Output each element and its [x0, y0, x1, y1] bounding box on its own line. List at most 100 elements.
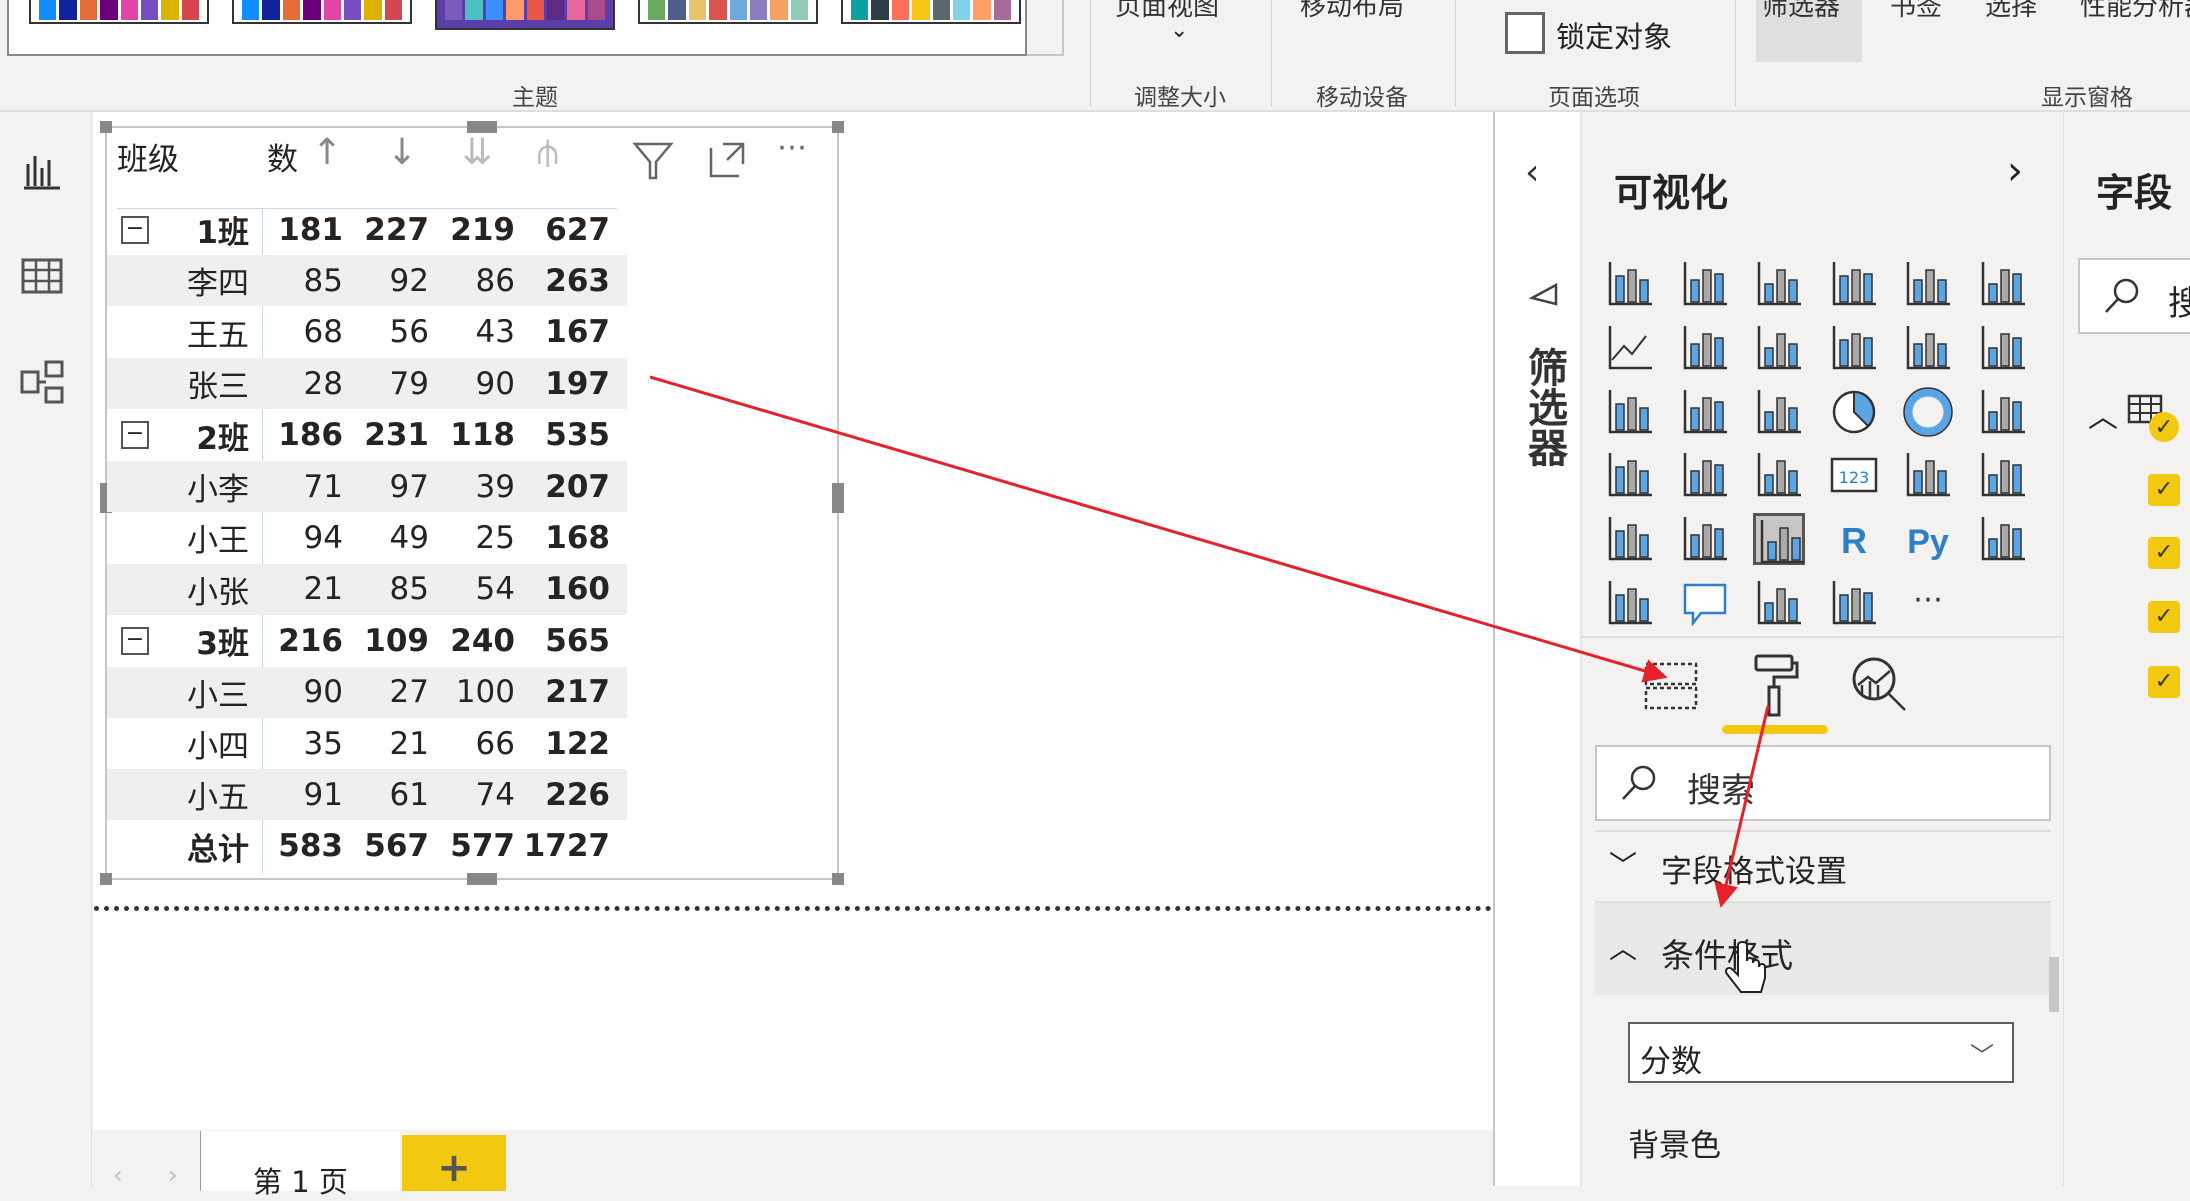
drill-down-toggle-icon[interactable]: ↓ — [387, 132, 417, 173]
fields-pane: 字段 搜 ︿ ✓ ✓ ✓ ✓ ✓ — [2063, 112, 2190, 1186]
theme-swatch[interactable] — [638, 0, 818, 24]
collapse-left-icon[interactable]: ‹ — [1525, 152, 1539, 193]
go-to-next-level-icon[interactable]: ⇊ — [462, 132, 492, 173]
page-tab-1[interactable]: 第 1 页 — [200, 1131, 400, 1199]
resize-handle[interactable] — [832, 121, 844, 133]
100-stacked-bar-icon[interactable] — [1902, 258, 1954, 310]
prev-page-icon[interactable]: ‹ — [113, 1161, 123, 1189]
collapse-icon[interactable]: − — [121, 215, 149, 244]
mobile-layout-button[interactable]: 移动布局 — [1300, 0, 1404, 23]
line-clustered-column-icon[interactable] — [1828, 322, 1880, 374]
show-selection-button[interactable]: 选择 — [1985, 0, 2037, 23]
next-page-icon[interactable]: › — [168, 1161, 178, 1189]
treemap-icon[interactable] — [1977, 386, 2029, 438]
decomposition-tree-icon[interactable] — [1604, 577, 1656, 629]
theme-swatch[interactable] — [435, 0, 615, 30]
python-visual-icon[interactable]: Py — [1902, 513, 1954, 565]
matrix-icon[interactable] — [1753, 513, 1805, 566]
format-search-input[interactable]: 搜索 — [1595, 745, 2051, 821]
pie-icon[interactable] — [1828, 386, 1880, 438]
expand-right-icon[interactable]: › — [2007, 148, 2023, 194]
theme-gallery-scroll[interactable] — [1027, 0, 1064, 56]
lock-objects-checkbox[interactable] — [1505, 12, 1545, 54]
theme-color — [485, 0, 504, 20]
show-filters-button[interactable]: 筛选器 — [1762, 0, 1840, 23]
line-stacked-column-icon[interactable] — [1902, 322, 1954, 374]
map-icon[interactable] — [1604, 449, 1656, 501]
multi-row-card-icon[interactable] — [1902, 449, 1954, 501]
more-icon[interactable]: ⋯ — [1902, 577, 1954, 629]
resize-handle[interactable] — [100, 121, 112, 133]
report-view-icon[interactable] — [18, 146, 66, 194]
more-options-icon[interactable]: ⋯ — [777, 130, 807, 165]
scrollbar-thumb[interactable] — [2049, 957, 2059, 1012]
r-visual-icon[interactable]: R — [1828, 513, 1880, 565]
field-checkbox[interactable]: ✓ — [2148, 601, 2180, 633]
stacked-bar-icon[interactable] — [1604, 258, 1656, 310]
cell-value: 577 — [450, 828, 515, 865]
row-header[interactable]: 班级 — [117, 134, 179, 179]
collapse-icon[interactable]: − — [121, 626, 149, 655]
expand-next-level-icon[interactable]: ⫛ — [537, 132, 558, 174]
resize-handle[interactable] — [832, 483, 844, 513]
focus-mode-icon[interactable] — [707, 140, 747, 180]
filled-map-icon[interactable] — [1679, 449, 1731, 501]
table-icon[interactable] — [1679, 513, 1731, 565]
theme-swatch[interactable] — [841, 0, 1021, 24]
theme-color — [648, 0, 666, 20]
funnel-icon[interactable] — [1679, 386, 1731, 438]
clustered-column-icon[interactable] — [1828, 258, 1880, 310]
drill-up-icon[interactable]: ↑ — [312, 132, 342, 173]
donut-icon[interactable] — [1902, 386, 1954, 438]
format-paint-roller-icon[interactable] — [1750, 652, 1800, 718]
field-checkbox[interactable]: ✓ — [2148, 537, 2180, 569]
filter-icon[interactable] — [632, 140, 674, 182]
table-row: 小五 91 61 74 226 — [107, 769, 627, 821]
add-page-button[interactable]: + — [402, 1135, 506, 1191]
clustered-bar-icon[interactable] — [1753, 258, 1805, 310]
matrix-visual[interactable]: 班级 数 ↑ ↓ ⇊ ⫛ ⋯ −1班 181 227 219 627 李四 85 92 86 26… — [100, 121, 844, 885]
theme-swatch[interactable] — [29, 0, 209, 24]
arcgis-map-icon[interactable] — [1753, 577, 1805, 629]
line-icon[interactable] — [1604, 322, 1656, 374]
area-icon[interactable] — [1679, 322, 1731, 374]
stacked-area-icon[interactable] — [1753, 322, 1805, 374]
fields-tab-icon[interactable] — [1642, 658, 1700, 712]
ribbon-icon[interactable] — [1977, 322, 2029, 374]
table-row: 小三 90 27 100 217 — [107, 666, 627, 718]
model-view-icon[interactable] — [18, 358, 66, 406]
chevron-down-icon[interactable]: ⌄ — [1170, 18, 1188, 43]
card-icon[interactable]: 123 — [1828, 449, 1880, 501]
gauge-icon[interactable] — [1753, 449, 1805, 501]
show-performance-button[interactable]: 性能分析器 — [2080, 0, 2190, 23]
theme-swatch[interactable] — [232, 0, 412, 24]
analytics-tab-icon[interactable] — [1850, 655, 1910, 715]
theme-color — [242, 0, 260, 20]
cf-field-dropdown[interactable]: 分数 ﹀ — [1628, 1022, 2014, 1083]
section-field-formatting[interactable]: ﹀ 字段格式设置 — [1595, 832, 2051, 902]
100-stacked-column-icon[interactable] — [1977, 258, 2029, 310]
value-header[interactable]: 数 — [267, 134, 298, 179]
resize-handle[interactable] — [832, 873, 844, 885]
power-apps-icon[interactable] — [1828, 577, 1880, 629]
section-conditional-formatting[interactable]: ︿ 条件格式 — [1595, 901, 2051, 995]
row-label: 小三 — [187, 677, 249, 714]
chevron-up-icon[interactable]: ︿ — [2088, 392, 2118, 436]
waterfall-icon[interactable] — [1604, 386, 1656, 438]
kpi-icon[interactable] — [1977, 449, 2029, 501]
filters-pane-collapsed[interactable]: ‹ 筛选器 — [1493, 112, 1579, 1186]
data-view-icon[interactable] — [18, 252, 66, 300]
field-checkbox[interactable]: ✓ — [2148, 666, 2180, 698]
show-bookmarks-button[interactable]: 书签 — [1890, 0, 1942, 23]
field-checkbox[interactable]: ✓ — [2148, 474, 2180, 506]
collapse-icon[interactable]: − — [121, 421, 149, 450]
scatter-icon[interactable] — [1753, 386, 1805, 438]
slicer-icon[interactable] — [1604, 513, 1656, 565]
row-label: 总计 — [187, 831, 249, 868]
key-influencers-icon[interactable] — [1977, 513, 2029, 565]
fields-search-input[interactable]: 搜 — [2078, 258, 2190, 334]
stacked-column-icon[interactable] — [1679, 258, 1731, 310]
page-boundary-line — [94, 906, 1492, 911]
page-view-button[interactable]: 页面视图 — [1115, 0, 1219, 23]
qa-icon[interactable] — [1679, 577, 1731, 629]
